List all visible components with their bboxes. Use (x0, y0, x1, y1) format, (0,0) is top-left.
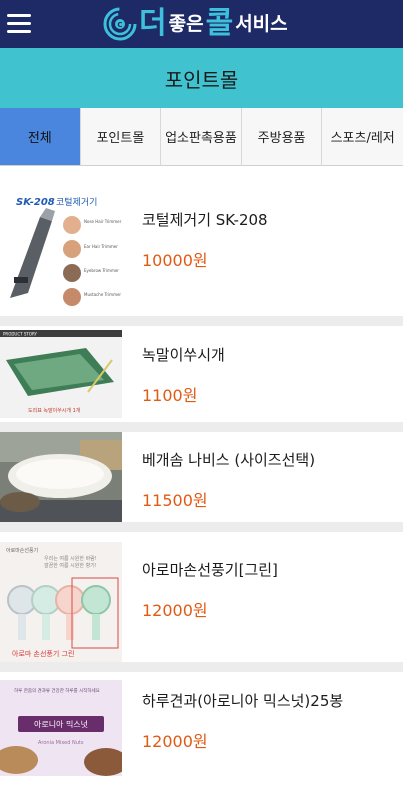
product-thumbnail[interactable] (0, 432, 122, 522)
category-tabs: 전체 포인트몰 업소판촉용품 주방용품 스포츠/레저 (0, 108, 403, 166)
tab-all[interactable]: 전체 (0, 108, 81, 166)
tab-business-promo[interactable]: 업소판촉용품 (161, 108, 242, 166)
thumb-line-1: 우리는 여름 시원한 바람! (44, 555, 97, 562)
logo-text-2: 좋은 (168, 13, 204, 35)
thumb-label-4: Mustache Trimmer (84, 292, 121, 297)
product-info: 베개솜 나비스 (사이즈선택) 11500원 (142, 449, 315, 511)
tab-point-mall[interactable]: 포인트몰 (80, 108, 162, 166)
product-name[interactable]: 하루견과(아로니아 믹스넛)25봉 (142, 690, 343, 711)
thumb-label-2: Ear Hair Trimmer (84, 244, 118, 249)
product-item[interactable]: PRODUCT STORY 도리표 녹말이쑤시개 1개 녹말이쑤시개 1100원 (0, 326, 403, 432)
top-header: C 더 좋은 콜 서비스 (0, 0, 403, 48)
tab-kitchen[interactable]: 주방용품 (241, 108, 323, 166)
brand-logo[interactable]: C 더 좋은 콜 서비스 (103, 5, 290, 43)
product-price: 12000원 (142, 601, 208, 620)
page-title-bar: 포인트몰 (0, 48, 403, 108)
product-info: 코털제거기 SK-208 10000원 (142, 209, 268, 271)
thumb-caption-text: 아로마 손선풍기 그린 (12, 649, 74, 658)
hamburger-menu-icon[interactable] (7, 14, 31, 34)
product-thumbnail[interactable]: PRODUCT STORY 도리표 녹말이쑤시개 1개 (0, 330, 122, 418)
product-info: 녹말이쑤시개 1100원 (142, 344, 225, 406)
product-name[interactable]: 코털제거기 SK-208 (142, 209, 268, 230)
product-item[interactable]: 아로마손선풍기 우리는 여름 시원한 바람! 깔끔한 여름 시원한 향기! 아로… (0, 532, 403, 672)
product-name[interactable]: 녹말이쑤시개 (142, 344, 225, 365)
logo-text-4: 서비스 (235, 13, 288, 35)
thumb-model-text: SK-208 (16, 197, 55, 208)
thumb-header-text: PRODUCT STORY (3, 332, 38, 337)
product-thumbnail[interactable]: 아로마손선풍기 우리는 여름 시원한 바람! 깔끔한 여름 시원한 향기! 아로… (0, 542, 122, 662)
product-info: 하루견과(아로니아 믹스넛)25봉 12000원 (142, 690, 343, 752)
product-item[interactable]: 베개솜 나비스 (사이즈선택) 11500원 (0, 432, 403, 532)
product-price: 12000원 (142, 732, 208, 751)
thumb-tag-text: 아로마손선풍기 (6, 547, 38, 554)
product-price: 1100원 (142, 386, 198, 405)
thumb-line-2: 깔끔한 여름 시원한 향기! (44, 562, 97, 569)
product-price: 10000원 (142, 251, 208, 270)
thumb-label-3: Eyebrow Trimmer (84, 268, 119, 273)
svg-text:C: C (117, 21, 122, 29)
thumb-sub-text: Aronia Mixed Nuts (38, 740, 84, 746)
logo-signal-icon: C (103, 7, 137, 41)
product-price: 11500원 (142, 491, 208, 510)
thumb-label-1: Nose Hair Trimmer (84, 219, 122, 224)
product-item[interactable]: SK-208 코털제거기 Nose Hair Trimmer Ear Hair … (0, 166, 403, 326)
logo-text-1: 더 (139, 6, 167, 41)
product-thumbnail[interactable]: 하루 한줌의 견과류 건강한 하루를 시작하세요 아로니아 믹스넛 Aronia… (0, 680, 122, 776)
thumb-top-text: 하루 한줌의 견과류 건강한 하루를 시작하세요 (14, 687, 100, 694)
thumb-label-text: 아로니아 믹스넛 (34, 719, 88, 729)
page-title: 포인트몰 (164, 67, 239, 92)
tab-sports-leisure[interactable]: 스포츠/레저 (322, 108, 403, 166)
product-item[interactable]: 하루 한줌의 견과류 건강한 하루를 시작하세요 아로니아 믹스넛 Aronia… (0, 672, 403, 792)
product-info: 아로마손선풍기[그린] 12000원 (142, 559, 278, 621)
product-list: SK-208 코털제거기 Nose Hair Trimmer Ear Hair … (0, 166, 403, 792)
thumb-caption-text: 도리표 녹말이쑤시개 1개 (28, 407, 81, 414)
product-thumbnail[interactable]: SK-208 코털제거기 Nose Hair Trimmer Ear Hair … (0, 193, 122, 313)
product-name[interactable]: 베개솜 나비스 (사이즈선택) (142, 449, 315, 470)
thumb-title-text: 코털제거기 (56, 196, 97, 208)
product-name[interactable]: 아로마손선풍기[그린] (142, 559, 278, 580)
logo-text-3: 콜 (205, 6, 234, 41)
